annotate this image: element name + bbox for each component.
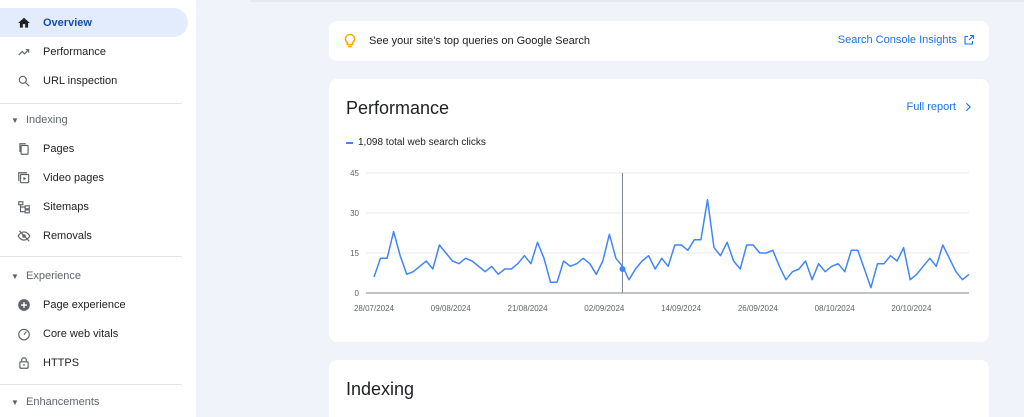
lightbulb-icon xyxy=(343,33,357,49)
sidebar-item-page-experience[interactable]: Page experience xyxy=(0,290,188,319)
sidebar-item-https[interactable]: HTTPS xyxy=(0,348,188,377)
y-tick-label: 30 xyxy=(350,209,359,218)
search-icon xyxy=(17,74,31,88)
caret-down-icon: ▼ xyxy=(11,115,19,125)
section-header-experience[interactable]: ▼ Experience xyxy=(0,264,188,288)
sidebar-item-sitemaps[interactable]: Sitemaps xyxy=(0,192,188,221)
sidebar-item-label: Core web vitals xyxy=(43,327,119,340)
section-header-indexing[interactable]: ▼ Indexing xyxy=(0,108,188,132)
sidebar-item-video-pages[interactable]: Video pages xyxy=(0,163,188,192)
sidebar-item-label: URL inspection xyxy=(43,74,118,87)
sidebar-divider xyxy=(0,103,182,104)
sidebar-item-performance[interactable]: Performance xyxy=(0,37,188,66)
sidebar: Overview Performance URL inspection ▼ In… xyxy=(0,0,196,417)
search-console-insights-link[interactable]: Search Console Insights xyxy=(838,34,975,46)
sidebar-divider xyxy=(0,384,182,385)
sidebar-item-removals[interactable]: Removals xyxy=(0,221,188,250)
y-tick-label: 0 xyxy=(355,289,360,298)
indexing-card: Indexing xyxy=(329,360,989,417)
section-title: Enhancements xyxy=(26,396,100,408)
sidebar-item-label: HTTPS xyxy=(43,356,80,369)
open-in-new-icon xyxy=(964,34,975,45)
plus-circle-icon xyxy=(17,298,31,312)
pages-icon xyxy=(17,142,31,156)
sidebar-item-label: Removals xyxy=(43,229,92,242)
sidebar-item-label: Performance xyxy=(43,45,106,58)
sidebar-item-core-web-vitals[interactable]: Core web vitals xyxy=(0,319,188,348)
x-tick-label: 02/09/2024 xyxy=(584,304,625,313)
sidebar-divider xyxy=(0,256,182,257)
x-tick-label: 26/09/2024 xyxy=(738,304,779,313)
section-header-enhancements[interactable]: ▼ Enhancements xyxy=(0,390,188,414)
y-tick-label: 45 xyxy=(350,169,359,178)
gauge-icon xyxy=(17,327,31,341)
caret-down-icon: ▼ xyxy=(11,271,19,281)
x-tick-label: 09/08/2024 xyxy=(431,304,472,313)
sitemap-icon xyxy=(17,200,31,214)
top-divider xyxy=(250,0,1024,2)
sidebar-item-label: Overview xyxy=(43,16,92,29)
sidebar-item-label: Pages xyxy=(43,142,75,155)
insights-banner: See your site's top queries on Google Se… xyxy=(329,21,989,61)
x-tick-label: 08/10/2024 xyxy=(815,304,856,313)
home-icon xyxy=(17,16,31,30)
x-tick-label: 20/10/2024 xyxy=(891,304,932,313)
section-title: Experience xyxy=(26,270,82,282)
insights-message: See your site's top queries on Google Se… xyxy=(369,35,591,47)
eye-off-icon xyxy=(17,229,31,243)
hover-point xyxy=(619,266,626,272)
x-tick-label: 28/07/2024 xyxy=(354,304,395,313)
x-tick-label: 21/08/2024 xyxy=(508,304,549,313)
lock-icon xyxy=(17,356,31,370)
video-pages-icon xyxy=(17,171,31,185)
sidebar-item-url-inspection[interactable]: URL inspection xyxy=(0,66,188,95)
performance-card: Performance Full report 1,098 total web … xyxy=(329,79,989,342)
sidebar-item-label: Sitemaps xyxy=(43,200,89,213)
sidebar-item-label: Page experience xyxy=(43,298,126,311)
indexing-title: Indexing xyxy=(346,379,415,399)
y-tick-label: 15 xyxy=(350,249,359,258)
sidebar-item-label: Video pages xyxy=(43,171,104,184)
performance-chart[interactable]: 0 15 30 45 28/07/2024 09/08/2024 21/08/2024 02/… xyxy=(329,79,989,342)
sidebar-item-overview[interactable]: Overview xyxy=(0,8,188,37)
insights-link-label: Search Console Insights xyxy=(837,34,957,46)
caret-down-icon: ▼ xyxy=(11,397,19,407)
x-tick-label: 14/09/2024 xyxy=(661,304,702,313)
sidebar-item-pages[interactable]: Pages xyxy=(0,134,188,163)
section-title: Indexing xyxy=(26,114,68,126)
trending-up-icon xyxy=(17,45,31,59)
